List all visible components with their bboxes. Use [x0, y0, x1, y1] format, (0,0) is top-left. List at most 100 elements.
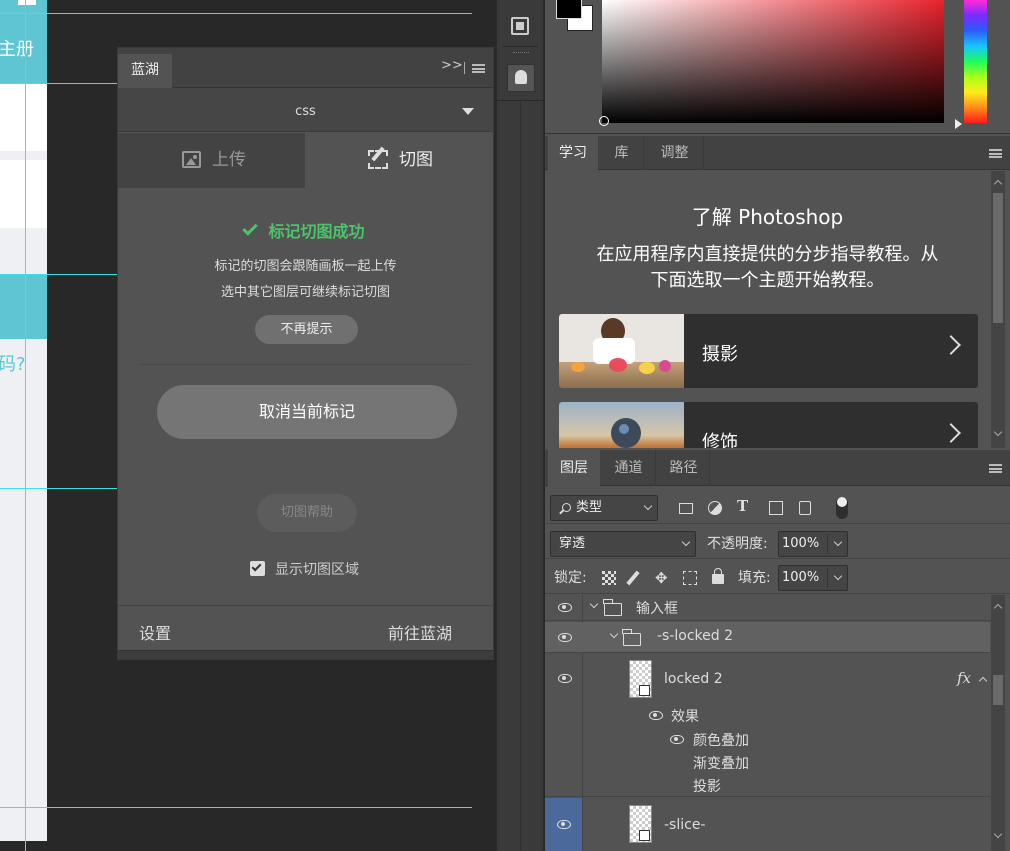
tab-lanhu[interactable]: 蓝湖	[118, 54, 172, 88]
right-panel-column: 学习 库 调整 了解 Photoshop 在应用程序内直接提供的分步指导教程。从…	[545, 0, 1010, 851]
slice-help-button[interactable]: 切图帮助	[257, 494, 357, 532]
blend-mode-select[interactable]: 穿透	[550, 531, 696, 557]
eye-icon[interactable]	[557, 820, 571, 829]
chevron-up-icon[interactable]	[978, 676, 988, 686]
layer-row-locked2[interactable]: locked 2 fx	[545, 654, 990, 704]
panel-menu-icon[interactable]	[989, 149, 1002, 158]
opacity-label: 不透明度:	[707, 536, 768, 552]
color-field-cursor[interactable]	[599, 116, 609, 126]
tab-layers[interactable]: 图层	[548, 450, 600, 486]
learn-panel-header: 学习 库 调整	[545, 136, 1010, 170]
goto-lanhu-link[interactable]: 前往蓝湖	[388, 620, 452, 644]
tab-adjustments[interactable]: 调整	[646, 136, 704, 170]
format-select-value: css	[295, 104, 316, 119]
divider	[140, 364, 471, 365]
eye-icon[interactable]	[558, 674, 572, 683]
color-field[interactable]	[602, 0, 944, 123]
tab-learn[interactable]: 学习	[548, 136, 598, 170]
chevron-down-icon[interactable]	[589, 599, 599, 609]
dont-remind-button[interactable]: 不再提示	[255, 315, 358, 344]
lanhu-plugin-panel: 蓝湖 >> css 上传 切图 标记切图成功 标记的切图会跟随画板一起上传 选中…	[117, 47, 494, 660]
effect-label: 颜色叠加	[693, 733, 749, 749]
scroll-down-icon[interactable]	[993, 829, 1003, 839]
chevron-down-icon[interactable]	[609, 629, 619, 639]
topic-card-photography[interactable]: 摄影	[559, 314, 978, 388]
guide-line	[25, 0, 26, 851]
topic-card-retouch[interactable]: 修饰	[559, 402, 978, 448]
foreground-color-swatch[interactable]	[556, 0, 582, 19]
effect-gradient-overlay-row[interactable]: 渐变叠加	[545, 752, 990, 776]
expand-icon[interactable]: >>	[441, 58, 463, 73]
layer-row-group-locked[interactable]: -s-locked 2	[545, 622, 990, 653]
tab-libraries[interactable]: 库	[600, 136, 644, 170]
scroll-up-icon[interactable]	[993, 179, 1003, 189]
artboard[interactable]: 主册 码?	[0, 0, 47, 841]
guide-line	[0, 807, 472, 808]
eye-icon[interactable]	[649, 711, 663, 720]
filter-type-icon[interactable]: T	[737, 497, 748, 515]
panel-bottom-edge	[118, 650, 493, 659]
eye-icon[interactable]	[670, 735, 684, 744]
layer-row-group-input[interactable]: 输入框	[545, 595, 990, 621]
effects-row[interactable]: 效果	[545, 704, 990, 728]
scroll-up-icon[interactable]	[993, 603, 1003, 613]
opacity-input[interactable]: 100%	[778, 531, 848, 557]
panel-dock-strip	[496, 0, 545, 851]
tab-paths[interactable]: 路径	[658, 450, 710, 486]
checkbox-checked-icon[interactable]	[250, 561, 265, 576]
input-field-fragment[interactable]	[0, 83, 47, 151]
format-select[interactable]: css	[118, 88, 493, 132]
3d-cube-icon[interactable]	[511, 17, 529, 35]
image-icon	[182, 151, 201, 168]
color-panel	[545, 0, 1010, 134]
blend-row: 穿透 不透明度: 100%	[545, 525, 1010, 559]
eye-icon[interactable]	[558, 633, 572, 642]
chevron-down-icon	[643, 501, 653, 511]
filter-shape-icon[interactable]	[769, 501, 783, 515]
checkmark-icon	[242, 220, 259, 236]
fx-icon[interactable]: fx	[957, 669, 971, 687]
chevron-down-icon	[833, 537, 843, 547]
layer-name: locked 2	[664, 671, 723, 687]
cancel-mark-button[interactable]: 取消当前标记	[157, 385, 457, 439]
learn-scrollbar[interactable]	[991, 171, 1005, 448]
hue-slider-handle[interactable]	[955, 119, 962, 129]
filter-kind-select[interactable]: 类型	[550, 495, 658, 521]
hue-slider[interactable]	[964, 0, 987, 123]
visibility-cell-selected[interactable]	[545, 798, 582, 851]
layer-name: 输入框	[636, 601, 678, 617]
forgot-password-text[interactable]: 码?	[0, 350, 26, 376]
register-button-fragment[interactable]: 主册	[0, 13, 47, 83]
filter-toggle[interactable]	[836, 497, 848, 519]
filter-pixel-icon[interactable]	[679, 503, 693, 514]
filter-smartobject-icon[interactable]	[799, 501, 811, 515]
tab-channels[interactable]: 通道	[602, 450, 656, 486]
lock-all-icon[interactable]	[712, 568, 724, 584]
effect-drop-shadow-row[interactable]: 投影	[545, 776, 990, 797]
lock-row: 锁定: ✥ 填充: 100%	[545, 560, 1010, 594]
lock-artboard-icon[interactable]	[683, 571, 697, 585]
login-button-fragment[interactable]	[0, 274, 47, 339]
tab-upload[interactable]: 上传	[118, 133, 305, 188]
lock-position-icon[interactable]: ✥	[655, 569, 668, 587]
filter-adjustment-icon[interactable]	[708, 501, 722, 515]
lock-transparent-icon[interactable]	[602, 571, 616, 585]
layer-row-slice[interactable]: -slice-	[545, 798, 990, 851]
tab-slice[interactable]: 切图	[305, 133, 493, 188]
chevron-right-icon	[941, 335, 961, 355]
scroll-thumb[interactable]	[993, 193, 1003, 323]
panel-menu-icon[interactable]	[472, 64, 485, 73]
lanhu-plugin-icon[interactable]	[507, 64, 535, 92]
eye-icon[interactable]	[558, 603, 572, 612]
layers-scrollbar[interactable]	[991, 595, 1005, 851]
guide-line	[0, 83, 117, 84]
panel-menu-icon[interactable]	[989, 464, 1002, 473]
scroll-thumb[interactable]	[993, 675, 1003, 705]
settings-link[interactable]: 设置	[139, 620, 171, 644]
folder-icon	[603, 599, 622, 616]
lock-brush-icon[interactable]	[626, 570, 640, 586]
scroll-down-icon[interactable]	[993, 427, 1003, 437]
input-field-fragment[interactable]	[0, 160, 47, 228]
fill-input[interactable]: 100%	[778, 565, 848, 591]
effect-color-overlay-row[interactable]: 颜色叠加	[545, 728, 990, 752]
